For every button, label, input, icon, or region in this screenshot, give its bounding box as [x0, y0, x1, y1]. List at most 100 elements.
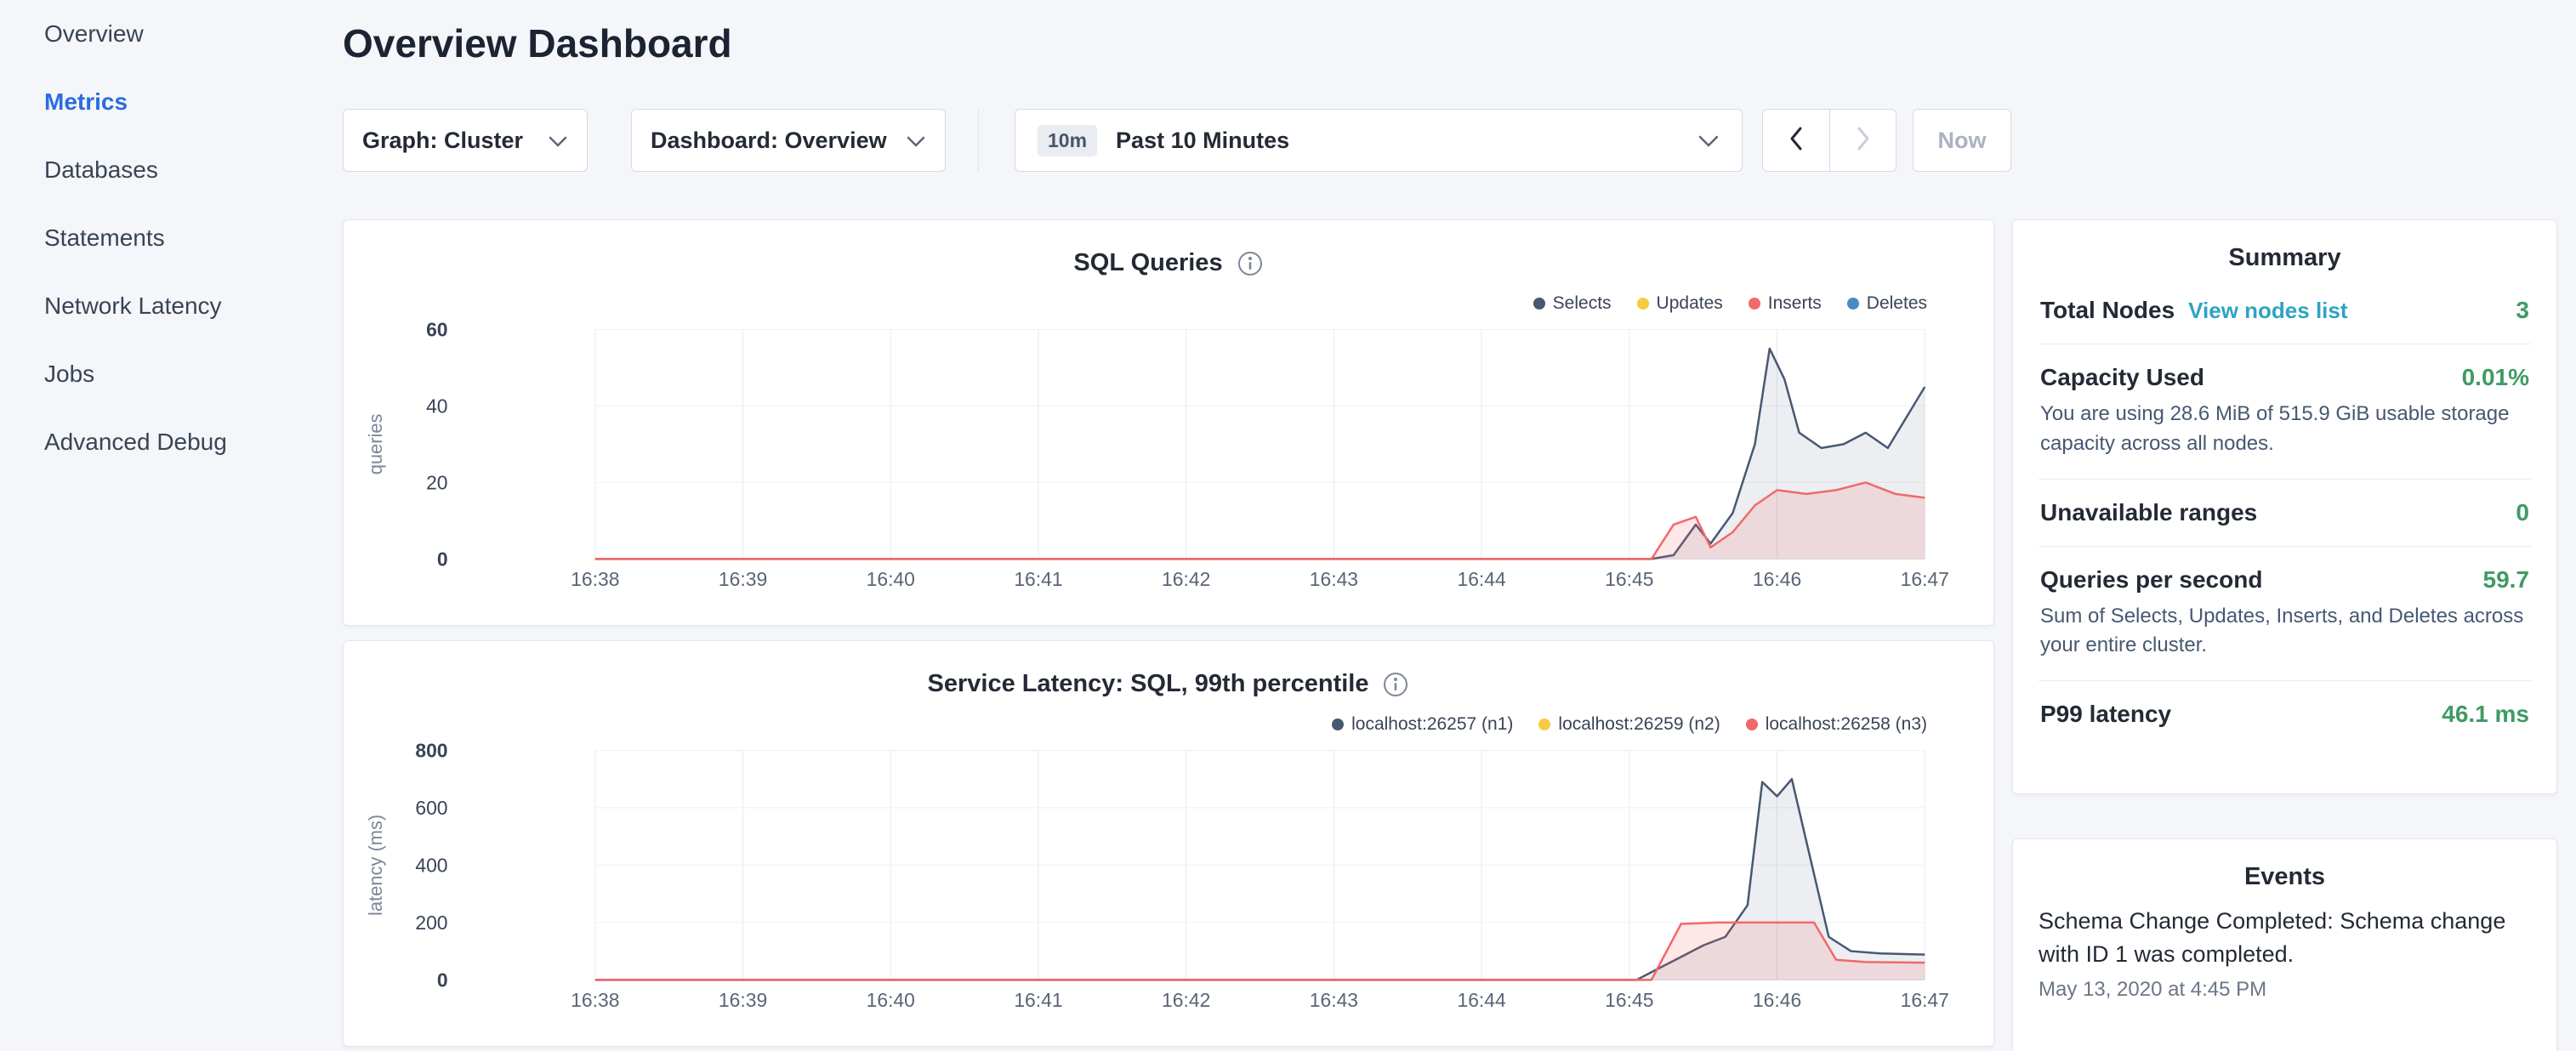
summary-row-p99-latency: P99 latency 46.1 ms: [2039, 681, 2531, 747]
svg-text:latency (ms): latency (ms): [365, 815, 386, 916]
legend-label: localhost:26257 (n1): [1351, 714, 1513, 735]
summary-row-capacity-used: Capacity Used 0.01% You are using 28.6 M…: [2039, 344, 2531, 480]
time-back-button[interactable]: [1762, 109, 1829, 172]
service-latency-panel: 020040060080016:3816:3916:4016:4116:4216…: [343, 640, 1994, 1047]
svg-text:16:43: 16:43: [1310, 989, 1358, 1011]
now-button[interactable]: Now: [1913, 109, 2011, 172]
graph-scope-dropdown[interactable]: Graph: Cluster: [343, 109, 588, 172]
svg-text:200: 200: [415, 912, 447, 934]
time-forward-button[interactable]: [1829, 109, 1896, 172]
svg-text:16:40: 16:40: [867, 568, 915, 590]
summary-title: Summary: [2039, 244, 2531, 272]
chart-legend: localhost:26257 (n1) localhost:26259 (n2)…: [1332, 714, 1927, 735]
svg-text:16:44: 16:44: [1457, 989, 1506, 1011]
time-range-badge: 10m: [1038, 125, 1097, 156]
sidebar-item-databases[interactable]: Databases: [0, 136, 340, 204]
legend-item-inserts[interactable]: Inserts: [1749, 293, 1822, 314]
chart-title: Service Latency: SQL, 99th percentile: [928, 670, 1369, 698]
legend-label: Selects: [1553, 293, 1612, 314]
info-icon[interactable]: [1382, 671, 1409, 698]
sidebar-item-statements[interactable]: Statements: [0, 204, 340, 272]
summary-value: 0: [2516, 499, 2529, 526]
page-title: Overview Dashboard: [343, 20, 732, 66]
time-range-label: Past 10 Minutes: [1116, 128, 1289, 154]
series-color-dot: [1538, 719, 1550, 730]
svg-text:16:42: 16:42: [1162, 989, 1210, 1011]
sidebar-item-overview[interactable]: Overview: [0, 0, 340, 68]
legend-item-localhost-26258-n3-[interactable]: localhost:26258 (n3): [1746, 714, 1927, 735]
sidebar-item-advanced-debug[interactable]: Advanced Debug: [0, 408, 340, 476]
chart-title: SQL Queries: [1073, 249, 1222, 277]
svg-text:16:40: 16:40: [867, 989, 915, 1011]
chart-legend: Selects Updates Inserts Deletes: [1533, 293, 1927, 314]
summary-row-unavailable-ranges: Unavailable ranges 0: [2039, 480, 2531, 547]
legend-label: Inserts: [1768, 293, 1822, 314]
svg-text:16:46: 16:46: [1753, 989, 1801, 1011]
chevron-down-icon: [906, 128, 926, 154]
sidebar: Overview Metrics Databases Statements Ne…: [0, 0, 340, 1051]
overview-dashboard-page: Overview Metrics Databases Statements Ne…: [0, 0, 2576, 1051]
legend-item-deletes[interactable]: Deletes: [1847, 293, 1927, 314]
chevron-down-icon: [1697, 128, 1720, 154]
svg-text:0: 0: [437, 548, 448, 570]
svg-text:16:45: 16:45: [1605, 989, 1653, 1011]
svg-text:16:41: 16:41: [1014, 989, 1062, 1011]
legend-item-localhost-26259-n2-[interactable]: localhost:26259 (n2): [1538, 714, 1720, 735]
svg-text:16:43: 16:43: [1310, 568, 1358, 590]
chevron-right-icon: [1855, 125, 1872, 156]
sql-queries-chart: 0 20 40 60 16:38 16:39 16:40 16:41 16:42 16:43 16:…: [344, 220, 1993, 625]
svg-text:16:42: 16:42: [1162, 568, 1210, 590]
dashboard-dropdown[interactable]: Dashboard: Overview: [631, 109, 946, 172]
summary-value: 59.7: [2483, 566, 2530, 594]
view-nodes-list-link[interactable]: View nodes list: [2188, 298, 2347, 324]
series-color-dot: [1847, 298, 1859, 310]
summary-description: Sum of Selects, Updates, Inserts, and De…: [2040, 602, 2529, 662]
svg-text:16:45: 16:45: [1605, 568, 1653, 590]
svg-text:0: 0: [437, 969, 448, 991]
legend-label: Deletes: [1867, 293, 1927, 314]
svg-text:16:44: 16:44: [1457, 568, 1506, 590]
graph-scope-label: Graph: Cluster: [362, 128, 523, 154]
svg-text:60: 60: [426, 318, 447, 340]
svg-text:queries: queries: [365, 413, 386, 474]
svg-text:16:41: 16:41: [1014, 568, 1062, 590]
svg-text:16:38: 16:38: [571, 989, 619, 1011]
legend-item-selects[interactable]: Selects: [1533, 293, 1612, 314]
chevron-left-icon: [1788, 125, 1805, 156]
svg-text:400: 400: [415, 854, 447, 876]
series-color-dot: [1746, 719, 1758, 730]
time-range-selector[interactable]: 10m Past 10 Minutes: [1015, 109, 1743, 172]
svg-text:800: 800: [415, 739, 447, 761]
time-pager: [1762, 109, 1896, 172]
chevron-down-icon: [548, 128, 568, 154]
series-color-dot: [1749, 298, 1760, 310]
summary-description: You are using 28.6 MiB of 515.9 GiB usab…: [2040, 400, 2529, 459]
service-latency-chart: 020040060080016:3816:3916:4016:4116:4216…: [344, 641, 1993, 1046]
events-panel: Events Schema Change Completed: Schema c…: [2012, 838, 2557, 1051]
toolbar-divider: [978, 109, 979, 172]
svg-text:16:39: 16:39: [719, 568, 767, 590]
svg-text:16:38: 16:38: [571, 568, 619, 590]
dashboard-label: Dashboard: Overview: [651, 128, 887, 154]
series-color-dot: [1533, 298, 1545, 310]
summary-row-total-nodes: Total Nodes View nodes list 3: [2039, 277, 2531, 344]
svg-text:40: 40: [426, 395, 447, 417]
summary-label: Unavailable ranges: [2040, 499, 2257, 526]
svg-text:16:46: 16:46: [1753, 568, 1801, 590]
svg-text:600: 600: [415, 797, 447, 819]
sidebar-item-network-latency[interactable]: Network Latency: [0, 272, 340, 340]
events-title: Events: [2039, 863, 2531, 891]
sql-queries-panel: 0 20 40 60 16:38 16:39 16:40 16:41 16:42 16:43 16:…: [343, 219, 1994, 626]
summary-label: Queries per second: [2040, 566, 2262, 594]
summary-label: Total Nodes: [2040, 297, 2175, 324]
legend-label: localhost:26259 (n2): [1558, 714, 1720, 735]
legend-label: localhost:26258 (n3): [1766, 714, 1927, 735]
legend-item-updates[interactable]: Updates: [1637, 293, 1723, 314]
series-color-dot: [1637, 298, 1649, 310]
info-icon[interactable]: [1237, 250, 1264, 277]
legend-item-localhost-26257-n1-[interactable]: localhost:26257 (n1): [1332, 714, 1513, 735]
svg-text:20: 20: [426, 471, 447, 493]
sidebar-item-jobs[interactable]: Jobs: [0, 340, 340, 408]
sidebar-item-metrics[interactable]: Metrics: [0, 68, 340, 136]
event-item-timestamp: May 13, 2020 at 4:45 PM: [2039, 978, 2531, 1002]
